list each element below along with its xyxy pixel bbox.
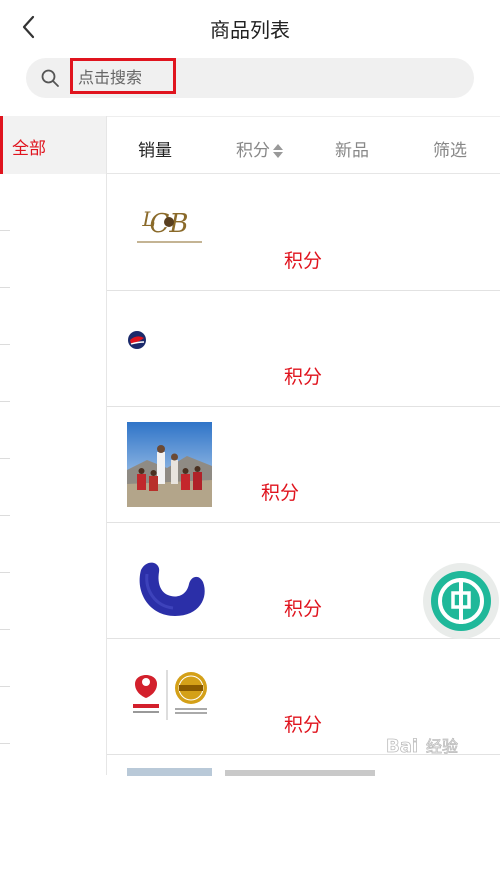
product-item[interactable]: 积分 (107, 406, 500, 523)
page-title: 商品列表 (210, 18, 290, 42)
product-item[interactable]: CB L 积分 (107, 174, 500, 291)
neck-pillow-image (127, 540, 212, 625)
sort-points-label: 积分 (236, 141, 270, 161)
sort-points-tab[interactable]: 积分 (236, 136, 284, 161)
search-input[interactable] (76, 64, 175, 90)
sidebar-item[interactable] (0, 345, 106, 402)
sidebar-item-all[interactable]: 全部 (0, 116, 106, 174)
search-bar[interactable] (26, 58, 474, 98)
header-bar: 商品列表 (0, 0, 500, 56)
sidebar-item[interactable] (0, 573, 106, 630)
sidebar-item[interactable] (0, 687, 106, 744)
sidebar-item[interactable] (0, 459, 106, 516)
sidebar-item[interactable] (0, 231, 106, 288)
sort-bar: 销量 积分 新品 筛选 (107, 116, 500, 174)
sidebar-item[interactable] (0, 288, 106, 345)
price-label: 积分 (284, 250, 323, 272)
svg-text:L: L (141, 207, 155, 231)
active-indicator (0, 116, 3, 174)
china-eastern-logo-image (127, 298, 212, 383)
search-icon (41, 69, 59, 87)
bank-float-button[interactable] (423, 563, 499, 639)
category-sidebar: 全部 (0, 116, 107, 775)
product-item[interactable] (107, 754, 500, 870)
filter-tab[interactable]: 筛选 (433, 136, 467, 161)
product-list: CB L 积分 积分 (107, 174, 500, 776)
price-label: 积分 (284, 598, 323, 620)
price-label: 积分 (284, 366, 323, 388)
sidebar-item-label: 全部 (12, 139, 46, 159)
sort-sales-tab[interactable]: 销量 (138, 136, 172, 161)
hainan-airlines-logo-image (127, 654, 212, 739)
sort-updown-icon (273, 144, 283, 158)
price-label: 积分 (261, 482, 300, 504)
product-title-partial (225, 770, 375, 776)
watermark: Bai 经验 (380, 730, 500, 760)
sidebar-item[interactable] (0, 174, 106, 231)
sidebar-item[interactable] (0, 516, 106, 573)
divider (0, 743, 10, 744)
svg-text:Bai: Bai (386, 736, 418, 757)
price-label: 积分 (284, 714, 323, 736)
sidebar-item[interactable] (0, 630, 106, 687)
product-item[interactable]: 积分 (107, 290, 500, 407)
family-photo-image (127, 422, 212, 507)
svg-text:经验: 经验 (426, 737, 458, 756)
sidebar-item[interactable] (0, 402, 106, 459)
sort-new-tab[interactable]: 新品 (335, 136, 369, 161)
club-logo-image: CB L (127, 186, 212, 271)
bank-icon (431, 571, 491, 631)
paw-icon: Bai 经验 (386, 736, 459, 758)
